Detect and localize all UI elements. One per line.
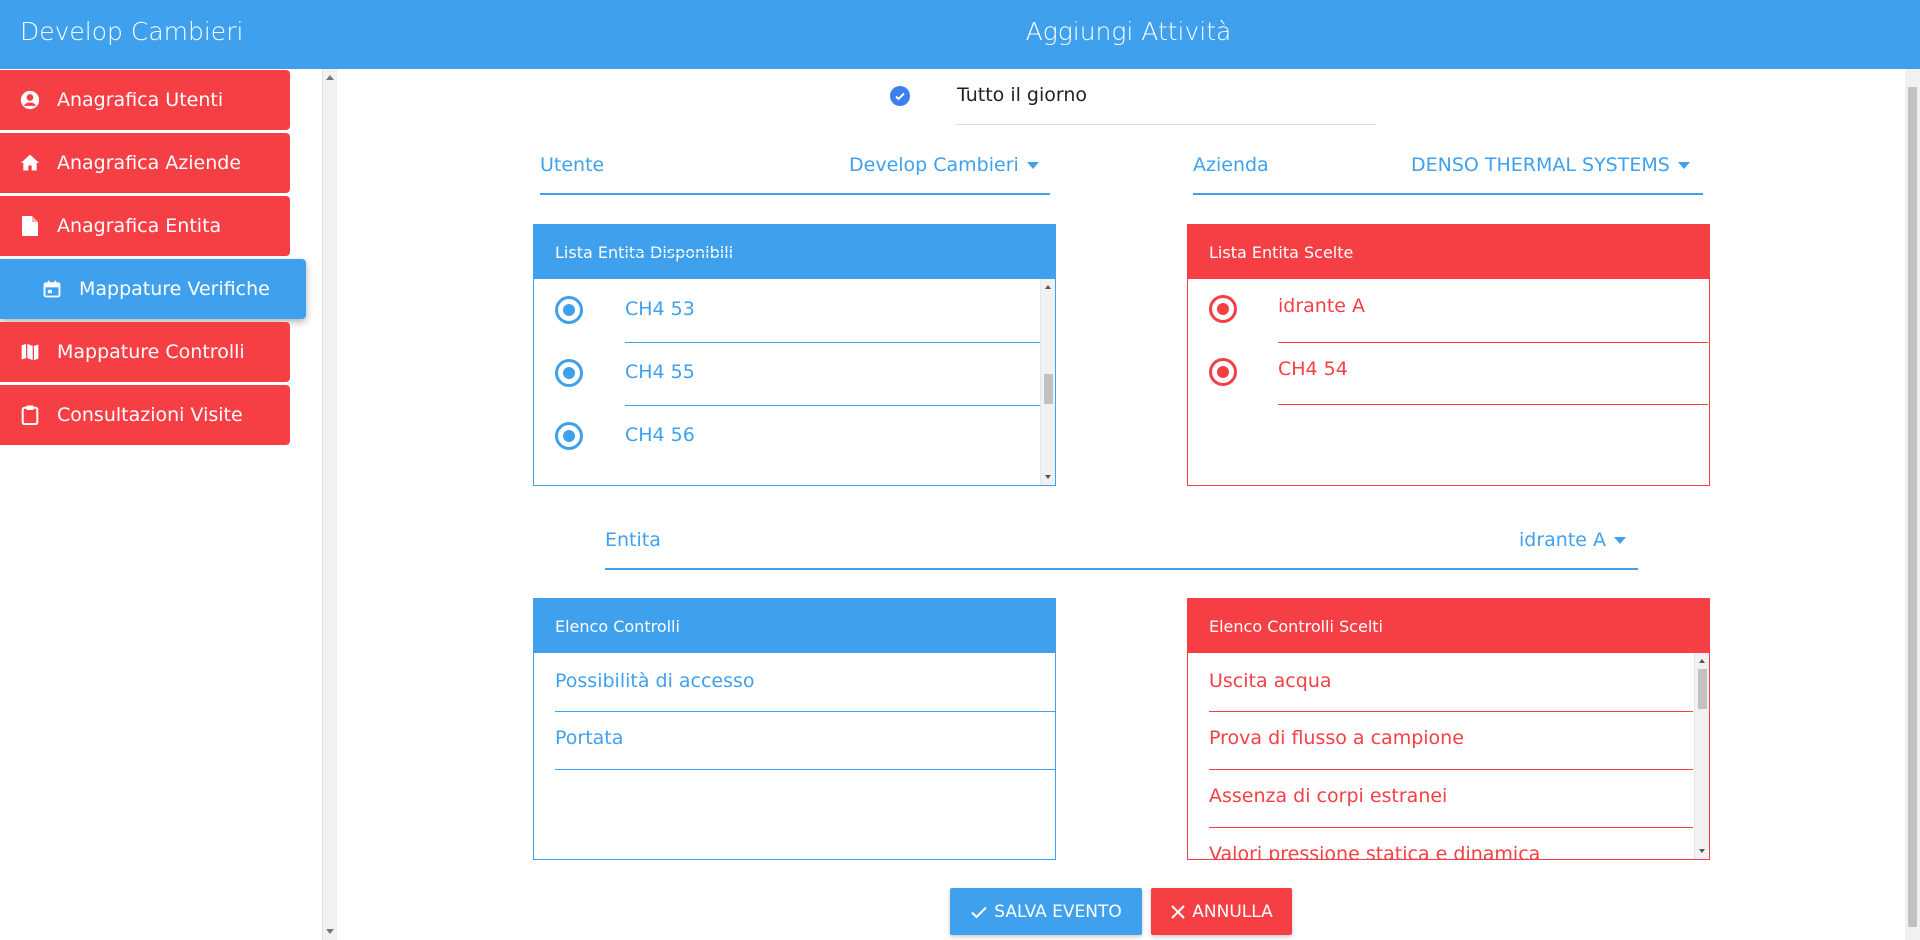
radio-button[interactable] [555,225,583,243]
list-item[interactable]: CH4 52 [534,224,1040,284]
divider [625,253,1040,254]
divider [956,124,1376,125]
map-icon [20,342,40,362]
sidebar-item-anagrafica-entita[interactable]: Anagrafica Entita [0,196,290,256]
divider [1209,827,1693,828]
sidebar-scrollbar[interactable] [322,69,337,940]
user-select-value: Develop Cambieri [849,154,1019,176]
scrollbar-thumb[interactable] [1908,87,1917,927]
divider [1278,404,1708,405]
check-icon [971,906,987,918]
scrollbar-thumb[interactable] [1044,374,1053,404]
list-item[interactable]: idrante A [1188,279,1708,343]
list-item[interactable]: Valori pressione statica e dinamica [1209,843,1540,859]
list-item-label: CH4 56 [625,424,695,446]
list-item[interactable]: Possibilità di accesso [555,670,755,692]
divider [1209,769,1693,770]
list-item[interactable]: CH4 55 [534,347,1040,410]
scroll-down-arrow-icon[interactable] [1699,849,1705,853]
sidebar-item-label: Mappature Verifiche [79,278,270,300]
top-app-bar: Develop Cambieri Aggiungi Attività [0,0,1920,69]
radio-button[interactable] [555,422,583,450]
list-item[interactable]: CH4 53 [534,284,1040,347]
save-event-label: SALVA EVENTO [994,901,1122,922]
list-item[interactable]: Assenza di corpi estranei [1209,785,1447,807]
sidebar-item-label: Anagrafica Aziende [57,152,242,174]
account-circle-icon [20,90,40,110]
radio-button[interactable] [555,296,583,324]
home-icon [20,153,40,173]
file-icon [20,216,40,236]
divider [625,405,1040,406]
entity-select[interactable]: idrante A [1519,529,1627,551]
list-item[interactable]: CH4 56 [534,410,1040,473]
sidebar-item-label: Anagrafica Entita [57,215,222,237]
scroll-up-arrow-icon[interactable] [1699,659,1705,663]
page-title: Aggiungi Attività [1025,17,1232,46]
user-select[interactable]: Develop Cambieri [849,154,1039,176]
entity-select-underline [605,568,1638,570]
cancel-label: ANNULLA [1192,901,1273,922]
scroll-up-arrow-icon[interactable] [326,75,334,80]
scrollbar-thumb[interactable] [1698,669,1707,709]
sidebar-item-anagrafica-utenti[interactable]: Anagrafica Utenti [0,70,290,130]
caret-down-icon [1614,536,1627,544]
chosen-controls-panel: Elenco Controlli Scelti Uscita acqua Pro… [1187,598,1710,860]
panel-scrollbar[interactable] [1694,653,1709,859]
close-icon [1171,904,1185,919]
sidebar-item-label: Consultazioni Visite [57,404,243,426]
list-item-label: CH4 55 [625,361,695,383]
company-select[interactable]: DENSO THERMAL SYSTEMS [1411,154,1690,176]
caret-down-icon [1026,161,1039,169]
sidebar-item-mappature-verifiche[interactable]: Mappature Verifiche [0,259,306,319]
user-field-label: Utente [540,154,605,176]
panel-scrollbar[interactable] [1040,279,1055,485]
caret-down-icon [1677,161,1690,169]
all-day-label: Tutto il giorno [957,84,1088,106]
list-item[interactable]: Portata [555,727,623,749]
save-event-button[interactable]: SALVA EVENTO [950,888,1142,935]
sidebar-item-label: Anagrafica Utenti [57,89,224,111]
chosen-entities-panel: Lista Entita Scelte idrante A CH4 54 [1187,224,1710,486]
panel-header: Elenco Controlli [534,599,1055,653]
panel-header: Elenco Controlli Scelti [1188,599,1709,653]
radio-button[interactable] [1209,295,1237,323]
divider [555,711,1055,712]
list-item-label: idrante A [1278,295,1366,317]
sidebar-item-consultazioni-visite[interactable]: Consultazioni Visite [0,385,290,445]
sidebar-item-anagrafica-aziende[interactable]: Anagrafica Aziende [0,133,290,193]
sidebar: Anagrafica Utenti Anagrafica Aziende Ana… [0,69,322,940]
list-item[interactable]: Uscita acqua [1209,670,1332,692]
sidebar-item-mappature-controlli[interactable]: Mappature Controlli [0,322,290,382]
radio-button[interactable] [555,359,583,387]
list-item-label: CH4 54 [1278,358,1348,380]
check-icon [895,92,905,101]
entity-field-label: Entita [605,529,661,551]
user-select-underline [540,193,1050,195]
all-day-checkbox[interactable] [890,86,910,106]
list-item-label: CH4 53 [625,298,695,320]
panel-header: Lista Entita Scelte [1188,225,1709,279]
divider [625,342,1040,343]
list-item-label: CH4 52 [625,224,695,237]
divider [1209,711,1693,712]
clipboard-icon [20,405,40,425]
company-select-value: DENSO THERMAL SYSTEMS [1411,154,1670,176]
company-field-label: Azienda [1193,154,1269,176]
list-item[interactable]: Prova di flusso a campione [1209,727,1464,749]
scroll-up-arrow-icon[interactable] [1045,285,1051,289]
cancel-button[interactable]: ANNULLA [1151,888,1292,935]
divider [555,769,1055,770]
sidebar-item-label: Mappature Controlli [57,341,245,363]
calendar-icon [42,279,62,299]
entity-select-value: idrante A [1519,529,1607,551]
available-entities-panel: Lista Entita Disponibili CH4 52 CH4 53 C… [533,224,1056,486]
list-item[interactable]: CH4 54 [1188,342,1708,405]
scroll-down-arrow-icon[interactable] [326,929,334,934]
scroll-down-arrow-icon[interactable] [1045,475,1051,479]
main-scrollbar[interactable] [1905,69,1920,940]
controls-panel: Elenco Controlli Possibilità di accesso … [533,598,1056,860]
company-select-underline [1193,193,1703,195]
radio-button[interactable] [1209,358,1237,386]
